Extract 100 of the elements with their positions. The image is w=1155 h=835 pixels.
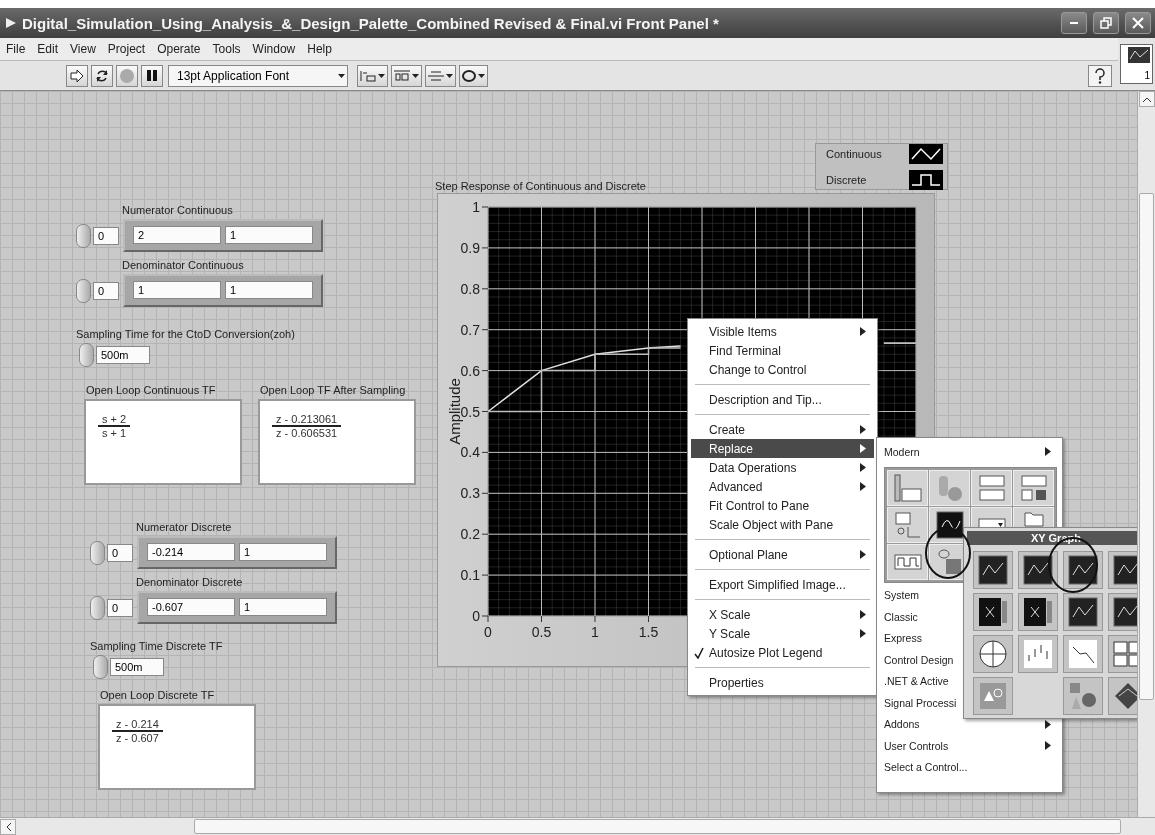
x-tick-label: 1.5 (638, 624, 659, 640)
index-spinner[interactable] (76, 278, 91, 303)
menu-item[interactable]: View (70, 42, 96, 56)
context-menu-item[interactable]: Fit Control to Pane (691, 496, 874, 515)
highlight-ring (925, 527, 971, 579)
index-field[interactable]: 0 (93, 281, 119, 300)
chevron-up-icon (1142, 96, 1151, 102)
menu-item[interactable]: Window (252, 42, 296, 56)
menu-item[interactable]: File (6, 42, 26, 56)
menu-item[interactable]: Operate (157, 42, 201, 56)
context-menu-item[interactable]: Data Operations (691, 458, 874, 477)
scroll-left-button[interactable] (0, 818, 16, 835)
graph-type-tile[interactable] (1108, 551, 1137, 589)
graph-type-tile[interactable] (973, 551, 1013, 589)
numerator-text: s + 2 (98, 413, 131, 427)
graph-type-tile[interactable] (973, 635, 1013, 673)
font-dropdown[interactable]: 13pt Application Font (168, 64, 348, 87)
graph-type-tile[interactable] (973, 677, 1013, 715)
index-field[interactable]: 0 (93, 226, 119, 245)
context-menu-item[interactable]: Replace (691, 439, 874, 458)
graph-type-tile[interactable] (1108, 677, 1137, 715)
numeric-field[interactable]: 500m (96, 346, 150, 364)
menu-item[interactable]: Project (107, 42, 146, 56)
context-menu-item[interactable]: Optional Plane (691, 545, 874, 564)
context-menu-item[interactable]: Y Scale (691, 624, 874, 643)
graph-type-tile[interactable] (1063, 677, 1103, 715)
array-element-field[interactable]: 1 (239, 598, 327, 616)
menu-item[interactable]: Tools (212, 42, 241, 56)
caret-icon (446, 73, 453, 78)
align-objects-button[interactable] (357, 64, 388, 87)
palette-tile[interactable] (929, 469, 970, 506)
submenu-item[interactable]: User Controls (880, 735, 1059, 757)
context-menu-item[interactable]: Create (691, 420, 874, 439)
context-menu-item[interactable]: Change to Control (691, 360, 874, 379)
graph-type-tile[interactable] (1063, 551, 1103, 589)
scroll-up-button[interactable] (1138, 91, 1155, 107)
graph-type-tile[interactable] (1063, 593, 1103, 631)
menu-item[interactable]: Help (307, 42, 332, 56)
graph-type-tile[interactable] (973, 593, 1013, 631)
multi-plot-icon (1113, 641, 1137, 667)
graph-type-tile[interactable] (1063, 635, 1103, 673)
context-menu-item[interactable]: Export Simplified Image... (691, 575, 874, 594)
graph-type-tile[interactable] (1018, 593, 1058, 631)
index-field[interactable]: 0 (107, 543, 133, 562)
vi-connector-icon[interactable]: 1 (1120, 44, 1153, 84)
context-menu-item[interactable]: Scale Object with Pane (691, 515, 874, 534)
distribute-objects-button[interactable] (391, 64, 422, 87)
run-continuously-button[interactable] (91, 64, 113, 87)
palette-tile[interactable] (887, 469, 928, 506)
submenu-arrow-icon (860, 610, 866, 619)
context-menu-item[interactable]: Advanced (691, 477, 874, 496)
pause-button[interactable] (141, 64, 163, 87)
array-element-field[interactable]: 1 (133, 281, 221, 299)
scrollbar-thumb[interactable] (194, 819, 1121, 834)
submenu-item[interactable]: Addons (880, 713, 1059, 735)
index-spinner[interactable] (90, 595, 105, 620)
scrollbar-thumb[interactable] (1139, 193, 1154, 700)
numeric-spinner[interactable] (79, 343, 94, 367)
graph-type-tile[interactable] (1108, 593, 1137, 631)
palette-tile[interactable] (887, 506, 928, 543)
palette-tile[interactable] (887, 543, 928, 580)
index-spinner[interactable] (76, 223, 91, 248)
minimize-button[interactable] (1061, 12, 1087, 34)
array-element-field[interactable]: 2 (133, 226, 221, 244)
run-button[interactable] (66, 64, 88, 87)
menu-item[interactable]: Edit (37, 42, 59, 56)
graph-type-tile[interactable] (1018, 551, 1058, 589)
array-element-field[interactable]: 1 (239, 543, 327, 561)
vertical-scrollbar[interactable] (1137, 91, 1155, 817)
array-element-field[interactable]: -0.214 (147, 543, 235, 561)
context-menu-item[interactable]: Properties (691, 673, 874, 692)
array-element-field[interactable]: 1 (225, 281, 313, 299)
submenu-arrow-icon (1045, 719, 1051, 729)
run-arrow-icon (70, 68, 84, 83)
resize-objects-button[interactable] (425, 64, 456, 87)
context-menu-item[interactable]: X Scale (691, 605, 874, 624)
numeric-spinner[interactable] (93, 655, 108, 679)
palette-tile[interactable] (1013, 469, 1054, 506)
restore-icon (1100, 17, 1112, 29)
y-tick-label: 0.7 (460, 321, 480, 338)
context-menu-item[interactable]: Find Terminal (691, 341, 874, 360)
graph-type-tile[interactable] (1108, 635, 1137, 673)
maximize-button[interactable] (1093, 12, 1119, 34)
numeric-field[interactable]: 500m (110, 658, 164, 676)
graph-icon (1128, 47, 1150, 63)
horizontal-scrollbar[interactable] (0, 817, 1155, 835)
denominator-text: z - 0.607 (116, 732, 159, 744)
submenu-item[interactable]: Select a Control... (880, 756, 1059, 778)
close-button[interactable] (1125, 12, 1151, 34)
context-menu-item[interactable]: Autosize Plot Legend (691, 643, 874, 662)
context-menu-item[interactable]: Description and Tip... (691, 390, 874, 409)
index-field[interactable]: 0 (107, 598, 133, 617)
reorder-button[interactable] (459, 64, 488, 87)
array-element-field[interactable]: -0.607 (147, 598, 235, 616)
graph-type-tile[interactable] (1018, 635, 1058, 673)
array-element-field[interactable]: 1 (225, 226, 313, 244)
index-spinner[interactable] (90, 540, 105, 565)
palette-tile[interactable] (971, 469, 1012, 506)
help-button[interactable] (1088, 64, 1112, 87)
context-menu-item[interactable]: Visible Items (691, 322, 874, 341)
